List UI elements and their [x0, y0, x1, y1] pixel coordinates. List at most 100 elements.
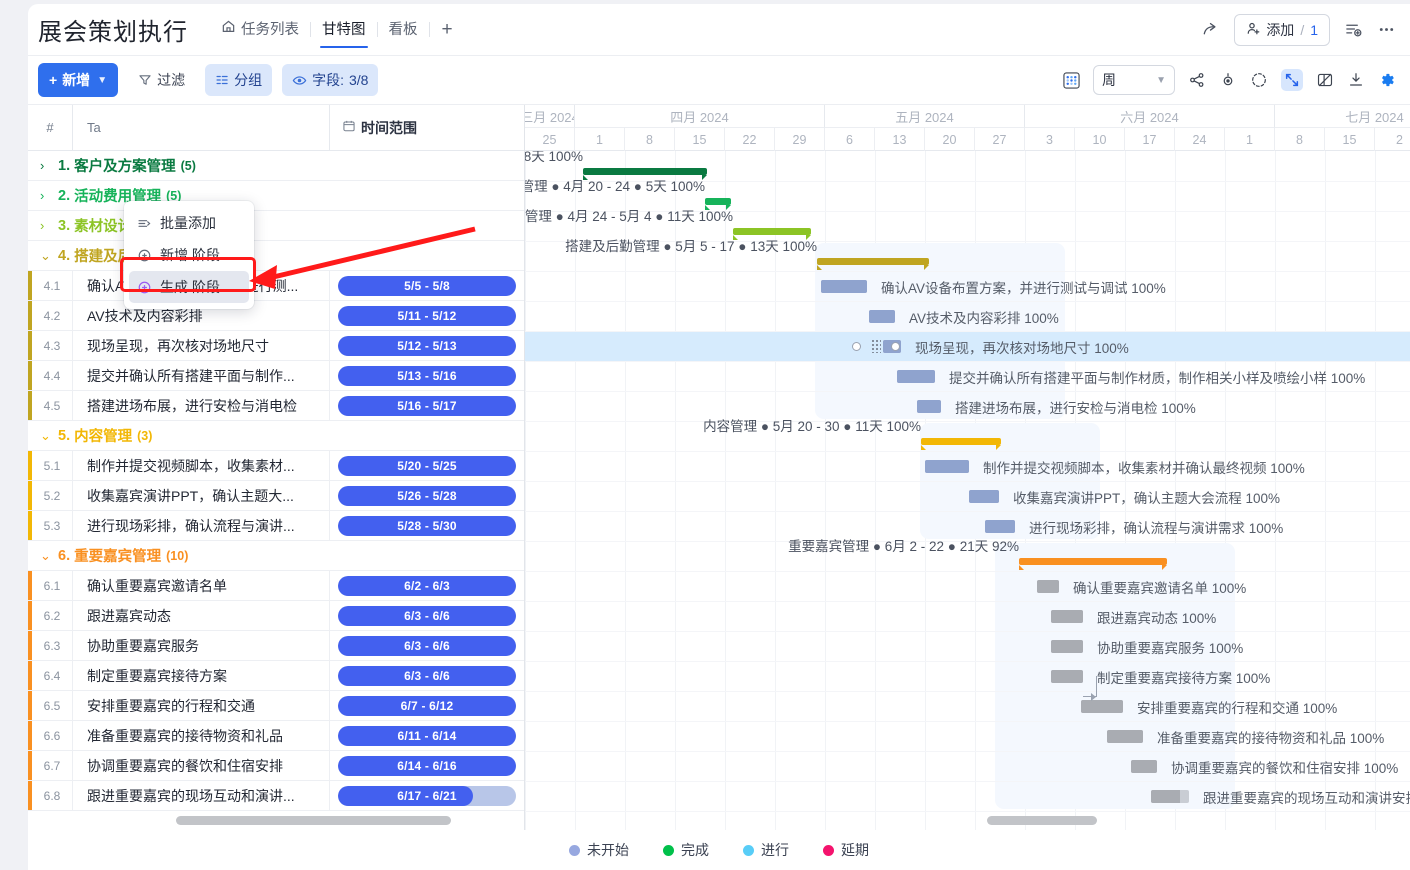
range-pill[interactable]: 6/14 - 6/16 — [338, 755, 516, 776]
range-pill[interactable]: 6/17 - 6/21 — [338, 785, 516, 806]
range-pill[interactable]: 6/3 - 6/6 — [338, 665, 516, 686]
group-summary-bar[interactable] — [705, 198, 731, 210]
row-range-cell[interactable]: 6/3 - 6/6 — [329, 631, 524, 660]
task-bar-row[interactable]: 收集嘉宾演讲PPT，确认主题大会流程 100% — [969, 481, 1280, 511]
table-row[interactable]: 6.1 确认重要嘉宾邀请名单 6/2 - 6/3 — [28, 571, 524, 601]
download-icon[interactable] — [1347, 71, 1365, 89]
bar-resize-handle-right[interactable] — [891, 341, 900, 351]
task-bar-row[interactable]: 协助重要嘉宾服务 100% — [1051, 631, 1243, 661]
range-pill[interactable]: 6/3 - 6/6 — [338, 635, 516, 656]
task-bar[interactable] — [1081, 700, 1123, 713]
table-row[interactable]: 6.3 协助重要嘉宾服务 6/3 - 6/6 — [28, 631, 524, 661]
chevron-down-icon[interactable]: ⌄ — [40, 248, 58, 264]
task-bar-row[interactable]: 制作并提交视频脚本，收集素材并确认最终视频 100% — [925, 451, 1305, 481]
task-bar[interactable] — [869, 310, 895, 323]
range-pill[interactable]: 6/2 - 6/3 — [338, 575, 516, 596]
row-range-cell[interactable]: 5/26 - 5/28 — [329, 481, 524, 510]
row-range-cell[interactable]: 6/2 - 6/3 — [329, 571, 524, 600]
chevron-down-icon[interactable]: ⌄ — [40, 548, 58, 564]
group-bar-row[interactable]: 内容管理 ● 5月 20 - 30 ● 11天 100% — [703, 419, 1001, 451]
more-horizontal-icon[interactable] — [1377, 20, 1396, 39]
menu-item-generate-phase[interactable]: 生成 阶段 — [129, 271, 249, 303]
group-summary-bar[interactable] — [583, 168, 707, 180]
row-range-cell[interactable]: 5/28 - 5/30 — [329, 511, 524, 540]
table-row[interactable]: 4.4 提交并确认所有搭建平面与制作... 5/13 - 5/16 — [28, 361, 524, 391]
table-row[interactable]: 4.3 现场呈现，再次核对场地尺寸 5/12 - 5/13 — [28, 331, 524, 361]
table-row[interactable]: 6.2 跟进嘉宾动态 6/3 - 6/6 — [28, 601, 524, 631]
task-bar[interactable] — [1051, 610, 1083, 623]
focus-icon[interactable] — [1250, 71, 1268, 89]
task-bar[interactable] — [1107, 730, 1143, 743]
task-bar-row[interactable]: 确认重要嘉宾邀请名单 100% — [1037, 571, 1246, 601]
range-pill[interactable]: 6/11 - 6/14 — [338, 725, 516, 746]
chevron-right-icon[interactable]: › — [40, 218, 58, 233]
table-row[interactable]: 4.2 AV技术及内容彩排 5/11 - 5/12 — [28, 301, 524, 331]
group-summary-bar[interactable] — [733, 228, 811, 240]
chevron-down-icon[interactable]: ⌄ — [40, 428, 58, 444]
table-row[interactable]: 6.4 制定重要嘉宾接待方案 6/3 - 6/6 — [28, 661, 524, 691]
task-bar-row[interactable]: 提交并确认所有搭建平面与制作材质，制作相关小样及喷绘小样 100% — [897, 361, 1365, 391]
task-bar-row[interactable]: 制定重要嘉宾接待方案 100% — [1051, 661, 1270, 691]
group-row[interactable]: ⌄ 5. 内容管理 (3) — [28, 421, 524, 451]
expand-icon[interactable] — [1281, 69, 1303, 91]
bar-resize-handle-left[interactable] — [852, 341, 861, 351]
task-bar[interactable] — [821, 280, 867, 293]
table-row[interactable]: 6.7 协调重要嘉宾的餐饮和住宿安排 6/14 - 6/16 — [28, 751, 524, 781]
table-row[interactable]: 6.5 安排重要嘉宾的行程和交通 6/7 - 6/12 — [28, 691, 524, 721]
color-legend-icon[interactable] — [1063, 71, 1080, 89]
menu-item-bulk-add[interactable]: 批量添加 — [129, 207, 249, 239]
share-icon[interactable] — [1201, 20, 1220, 39]
range-pill[interactable]: 5/13 - 5/16 — [338, 365, 516, 386]
tab-kanban[interactable]: 看板 — [378, 12, 429, 48]
group-row[interactable]: › 2. 活动费用管理 (5) — [28, 181, 524, 211]
task-bar-drag-handles[interactable] — [852, 331, 900, 361]
range-pill[interactable]: 5/5 - 5/8 — [338, 275, 516, 296]
task-bar-row[interactable]: AV技术及内容彩排 100% — [869, 301, 1059, 331]
table-row[interactable]: 6.8 跟进重要嘉宾的现场互动和演讲... 6/17 - 6/21 — [28, 781, 524, 811]
range-pill[interactable]: 5/26 - 5/28 — [338, 485, 516, 506]
row-range-cell[interactable]: 5/5 - 5/8 — [329, 271, 524, 300]
tab-task-list[interactable]: 任务列表 — [210, 12, 310, 48]
range-pill[interactable]: 5/11 - 5/12 — [338, 305, 516, 326]
group-row[interactable]: › 1. 客户及方案管理 (5) — [28, 151, 524, 181]
row-range-cell[interactable]: 5/20 - 5/25 — [329, 451, 524, 480]
fields-button[interactable]: 字段: 3/8 — [282, 64, 379, 96]
bar-drag-grip[interactable] — [871, 339, 881, 353]
range-pill[interactable]: 5/28 - 5/30 — [338, 515, 516, 536]
task-bar[interactable] — [897, 370, 935, 383]
task-bar[interactable] — [1131, 760, 1157, 773]
row-range-cell[interactable]: 6/14 - 6/16 — [329, 751, 524, 780]
group-summary-bar[interactable] — [1019, 558, 1167, 570]
add-view-button[interactable]: + — [430, 17, 465, 43]
task-bar-row[interactable]: 确认AV设备布置方案，并进行测试与调试 100% — [821, 271, 1166, 301]
row-range-cell[interactable]: 6/7 - 6/12 — [329, 691, 524, 720]
task-bar-row[interactable]: 准备重要嘉宾的接待物资和礼品 100% — [1107, 721, 1384, 751]
row-range-cell[interactable]: 6/11 - 6/14 — [329, 721, 524, 750]
task-bar[interactable] — [969, 490, 999, 503]
task-bar[interactable] — [1051, 640, 1083, 653]
zoom-level-select[interactable]: 周 ▼ — [1093, 65, 1175, 95]
group-row[interactable]: ›3. 素材设计管理(4) — [28, 211, 524, 241]
table-row[interactable]: 5.2 收集嘉宾演讲PPT，确认主题大... 5/26 - 5/28 — [28, 481, 524, 511]
row-range-cell[interactable]: 6/3 - 6/6 — [329, 661, 524, 690]
list-add-icon[interactable] — [1344, 20, 1363, 39]
task-bar-row[interactable]: 跟进嘉宾动态 100% — [1051, 601, 1216, 631]
table-row[interactable]: 5.3 进行现场彩排，确认流程与演讲... 5/28 - 5/30 — [28, 511, 524, 541]
task-bar[interactable] — [1037, 580, 1059, 593]
table-row[interactable]: 5.1 制作并提交视频脚本，收集素材... 5/20 - 5/25 — [28, 451, 524, 481]
task-bar-row[interactable]: 跟进重要嘉宾的现场互动和演讲安排 76% — [1151, 781, 1410, 811]
range-pill[interactable]: 6/3 - 6/6 — [338, 605, 516, 626]
table-row[interactable]: 4.5 搭建进场布展，进行安检与消电检 5/16 - 5/17 — [28, 391, 524, 421]
chevron-right-icon[interactable]: › — [40, 158, 58, 173]
group-bar-row[interactable]: 搭建及后勤管理 ● 5月 5 - 17 ● 13天 100% — [565, 239, 929, 271]
task-bar[interactable] — [925, 460, 969, 473]
table-row[interactable]: 4.1确认AV设备布置方案，并进行测...5/5 - 5/8 — [28, 271, 524, 301]
menu-item-add-phase[interactable]: 新增 阶段 — [129, 239, 249, 271]
chevron-right-icon[interactable]: › — [40, 188, 58, 203]
row-range-cell[interactable]: 5/13 - 5/16 — [329, 361, 524, 390]
range-pill[interactable]: 6/7 - 6/12 — [338, 695, 516, 716]
column-header-range[interactable]: 时间范围 — [329, 105, 524, 150]
split-view-icon[interactable] — [1316, 71, 1334, 89]
timeline-grid[interactable]: 客户及方案管理 ● 4月 3 - 20 ● 18天 100% 活动费用管理 ● 4… — [525, 151, 1410, 830]
task-bar[interactable] — [917, 400, 941, 413]
